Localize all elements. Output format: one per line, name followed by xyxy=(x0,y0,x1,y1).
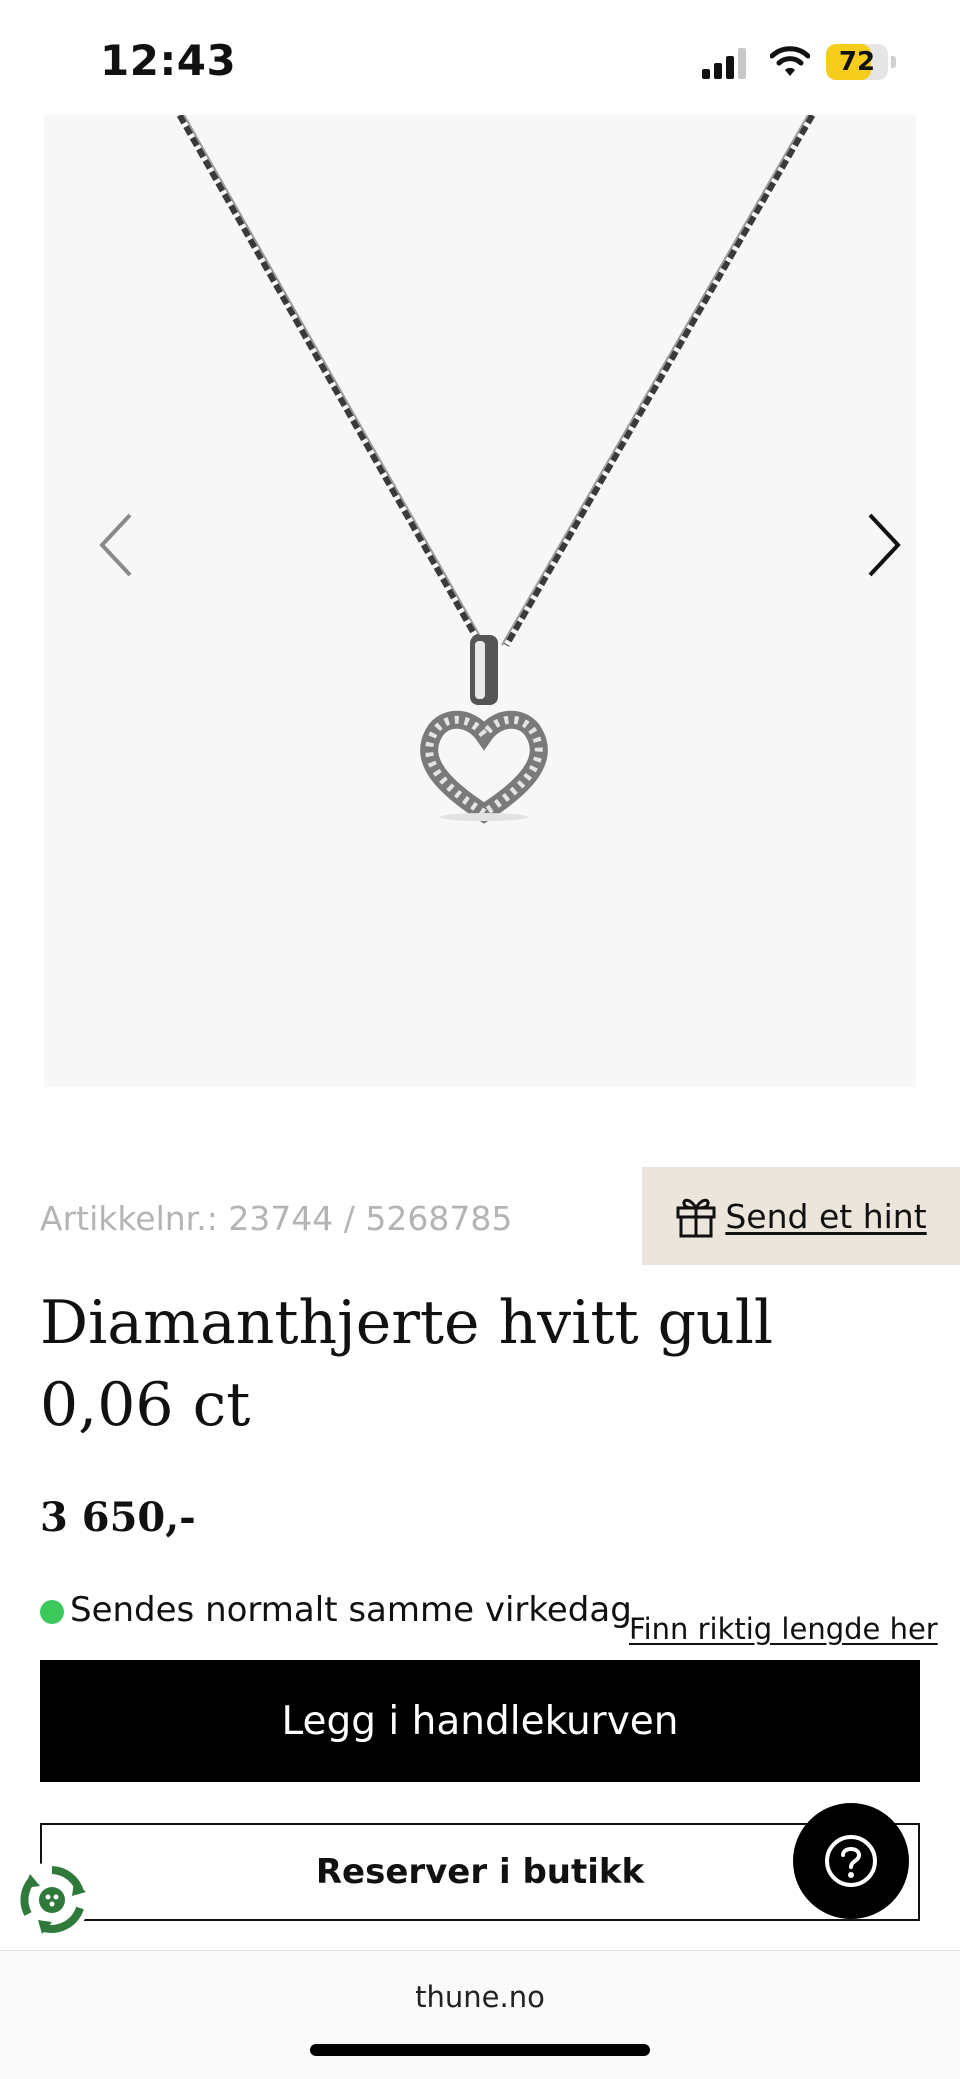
necklace-illustration xyxy=(176,113,816,824)
help-button[interactable] xyxy=(793,1803,909,1919)
recycle-icon xyxy=(20,1866,86,1934)
product-price: 3 650,- xyxy=(40,1494,196,1541)
browser-bottom-bar xyxy=(0,1950,960,2079)
question-mark-icon xyxy=(825,1835,877,1887)
find-length-link[interactable]: Finn riktig lengde her xyxy=(629,1612,938,1646)
product-image[interactable] xyxy=(44,113,916,1087)
cellular-signal-icon xyxy=(702,48,746,79)
send-hint-label: Send et hint xyxy=(725,1196,927,1236)
product-title: Diamanthjerte hvitt gull 0,06 ct xyxy=(40,1288,774,1440)
wifi-icon xyxy=(770,46,810,76)
battery-level: 72 xyxy=(838,47,876,77)
carousel-next-icon[interactable] xyxy=(852,505,912,585)
battery-icon: 72 xyxy=(826,44,898,80)
eco-badge[interactable] xyxy=(14,1862,90,1938)
send-hint-button[interactable]: Send et hint xyxy=(642,1167,960,1265)
url-label[interactable]: thune.no xyxy=(0,1980,960,2014)
status-time: 12:43 xyxy=(100,36,237,85)
carousel-prev-icon[interactable] xyxy=(88,505,148,585)
gift-icon xyxy=(676,1198,716,1238)
home-indicator[interactable] xyxy=(310,2044,650,2056)
status-bar: 12:43 72 xyxy=(0,0,960,115)
add-to-cart-button[interactable]: Legg i handlekurven xyxy=(40,1660,920,1782)
stock-status-text: Sendes normalt samme virkedag xyxy=(70,1590,632,1630)
article-number: Artikkelnr.: 23744 / 5268785 xyxy=(40,1199,513,1238)
stock-status-dot xyxy=(40,1600,64,1624)
reserve-in-store-button[interactable]: Reserver i butikk xyxy=(40,1823,920,1921)
